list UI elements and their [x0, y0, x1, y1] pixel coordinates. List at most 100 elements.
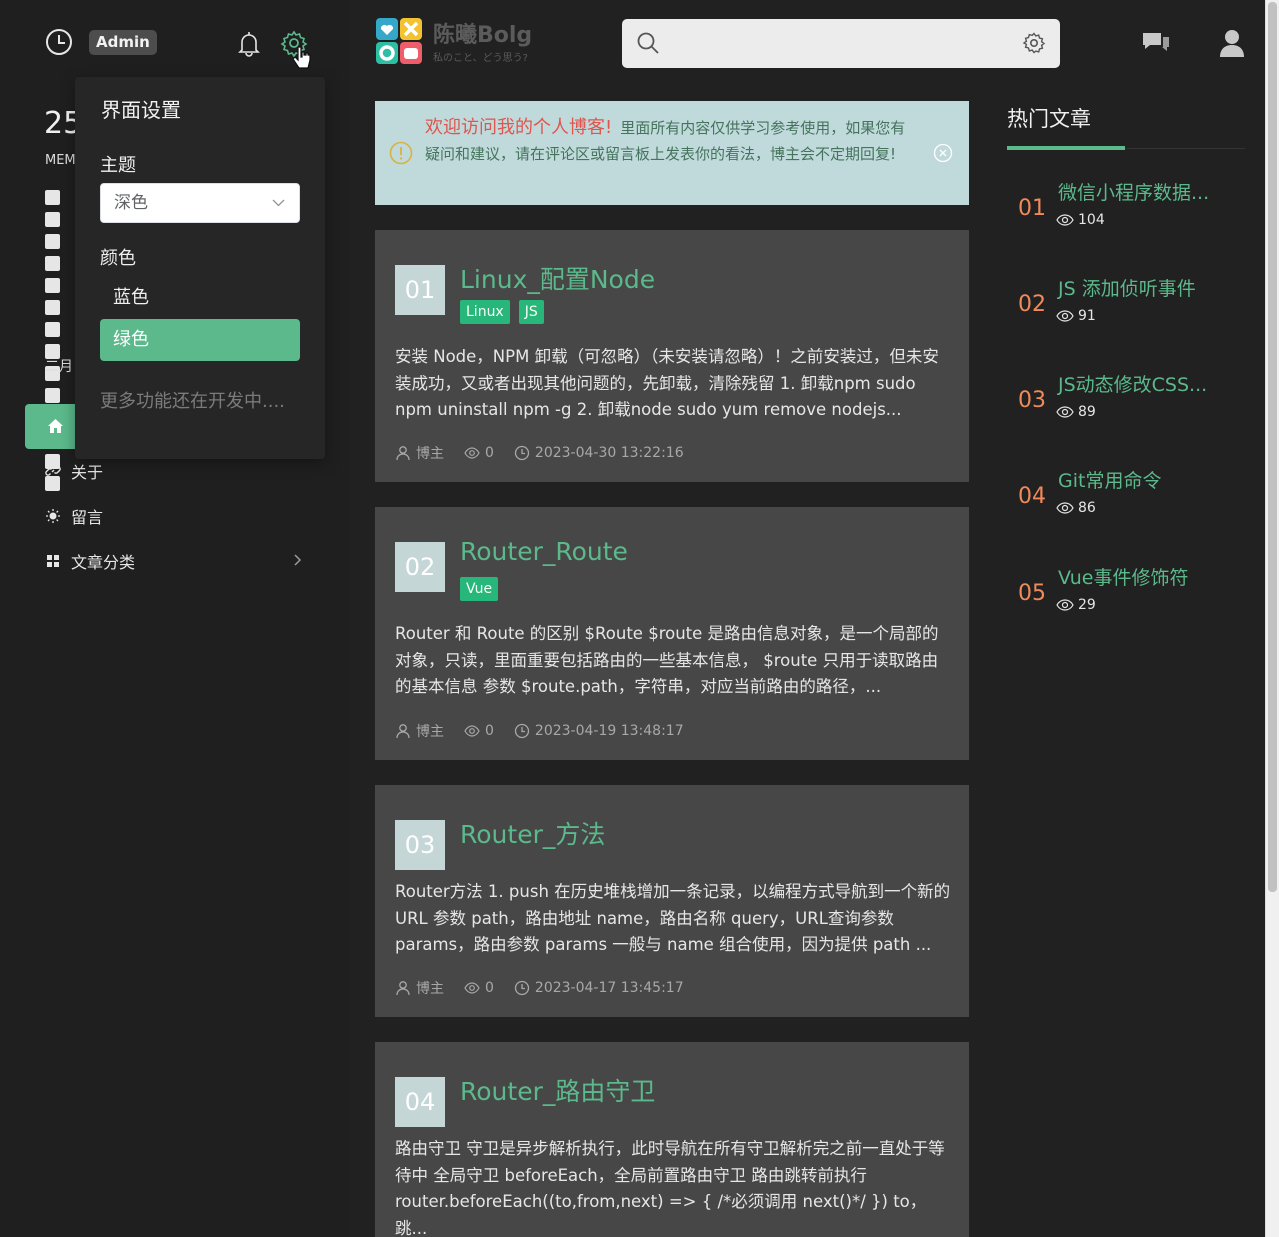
- settings-popover: 界面设置 主题 深色 颜色 蓝色 绿色 更多功能还在开发中....: [75, 77, 325, 459]
- clock-icon[interactable]: [44, 27, 74, 57]
- chat-icon[interactable]: [1141, 30, 1171, 58]
- hot-rank: 03: [1018, 388, 1046, 413]
- site-logo[interactable]: [375, 17, 423, 65]
- calendar-label: MEM: [45, 153, 76, 168]
- theme-select-value: 深色: [114, 193, 148, 213]
- hot-article-item[interactable]: 01 微信小程序数据... 104: [1018, 182, 1248, 258]
- clock-small-icon: [514, 723, 530, 739]
- pointer-cursor-icon: [292, 46, 311, 69]
- post-meta: 博主 0 2023-04-17 13:45:17: [395, 978, 704, 998]
- hot-views-count: 89: [1078, 404, 1096, 420]
- views-icon: [1056, 310, 1074, 322]
- search-settings-icon[interactable]: [1022, 31, 1046, 55]
- site-name[interactable]: 陈曦Bolg: [433, 17, 532, 49]
- nav-item-about[interactable]: 关于: [45, 456, 103, 486]
- admin-badge[interactable]: Admin: [89, 30, 157, 55]
- views-icon: [1056, 406, 1074, 418]
- post-card[interactable]: 01 Linux_配置Node Linux JS 安装 Node，NPM 卸载（…: [375, 230, 969, 482]
- color-label: 颜色: [100, 248, 136, 269]
- calendar-grid: [45, 190, 75, 498]
- post-title[interactable]: Router_方法: [460, 815, 605, 851]
- user-icon[interactable]: [1219, 28, 1245, 58]
- scrollbar-thumb[interactable]: [1268, 2, 1277, 892]
- warning-icon: [389, 141, 413, 165]
- hot-rank: 05: [1018, 581, 1046, 606]
- hot-article-item[interactable]: 03 JS动态修改CSS... 89: [1018, 374, 1248, 450]
- post-date: 2023-04-19 13:48:17: [534, 723, 684, 739]
- hot-article-views: 86: [1056, 500, 1096, 516]
- post-author: 博主: [416, 724, 444, 740]
- post-date: 2023-04-30 13:22:16: [534, 445, 684, 461]
- hot-article-item[interactable]: 02 JS 添加侦听事件 91: [1018, 278, 1248, 354]
- post-card[interactable]: 04 Router_路由守卫 路由守卫 守卫是异步解析执行，此时导航在所有守卫解…: [375, 1042, 969, 1237]
- post-views: 0: [485, 445, 494, 461]
- nav-item-categories[interactable]: 文章分类: [45, 546, 135, 576]
- hot-article-item[interactable]: 05 Vue事件修饰符 29: [1018, 567, 1248, 643]
- post-number: 01: [395, 265, 445, 315]
- post-author: 博主: [416, 446, 444, 462]
- post-number: 02: [395, 542, 445, 592]
- post-tag[interactable]: JS: [518, 300, 544, 324]
- clock-small-icon: [514, 980, 530, 996]
- post-card[interactable]: 02 Router_Route Vue Router 和 Route 的区别 $…: [375, 507, 969, 760]
- post-tags: Linux JS: [460, 300, 544, 324]
- settings-title: 界面设置: [101, 98, 181, 122]
- post-number: 04: [395, 1077, 445, 1127]
- grid-icon: [47, 555, 59, 567]
- post-meta: 博主 0 2023-04-19 13:48:17: [395, 721, 704, 741]
- theme-select[interactable]: 深色: [100, 183, 300, 223]
- chevron-right-icon[interactable]: [290, 553, 304, 567]
- settings-more-text: 更多功能还在开发中....: [100, 391, 285, 412]
- post-card[interactable]: 03 Router_方法 Router方法 1. push 在历史堆栈增加一条记…: [375, 785, 969, 1017]
- site-tagline: 私のこと、どう思う?: [433, 53, 528, 64]
- views-icon: [464, 447, 480, 459]
- search-icon[interactable]: [636, 31, 660, 55]
- views-icon: [464, 725, 480, 737]
- post-author: 博主: [416, 981, 444, 997]
- color-option-green[interactable]: 绿色: [100, 319, 300, 361]
- post-tags: Vue: [460, 577, 499, 601]
- hot-article-views: 91: [1056, 308, 1096, 324]
- color-option-blue[interactable]: 蓝色: [100, 277, 300, 319]
- hot-article-title[interactable]: Vue事件修饰符: [1058, 563, 1188, 590]
- author-icon: [396, 724, 410, 739]
- home-icon: [48, 419, 63, 433]
- post-views: 0: [485, 980, 494, 996]
- hot-article-title[interactable]: 微信小程序数据...: [1058, 178, 1209, 205]
- author-icon: [396, 446, 410, 461]
- bell-icon[interactable]: [234, 28, 264, 58]
- post-excerpt: 安装 Node，NPM 卸载（可忽略）（未安装请忽略）！之前安装过，但未安装成功…: [395, 347, 939, 419]
- hot-article-views: 29: [1056, 597, 1096, 613]
- hot-articles-title: 热门文章: [1007, 107, 1091, 131]
- post-excerpt: Router 和 Route 的区别 $Route $route 是路由信息对象…: [395, 624, 939, 696]
- post-excerpt: 路由守卫 守卫是异步解析执行，此时导航在所有守卫解析完之前一直处于等待中 全局守…: [395, 1139, 945, 1237]
- calendar-month: 二月: [45, 359, 73, 375]
- author-icon: [396, 981, 410, 996]
- welcome-notice: 欢迎访问我的个人博客! 里面所有内容仅供学习参考使用，如果您有疑问和建议，请在评论…: [375, 101, 969, 205]
- nav-item-label: 留言: [71, 508, 104, 527]
- hot-article-title[interactable]: JS 添加侦听事件: [1058, 274, 1196, 301]
- nav-item-label: 文章分类: [71, 553, 136, 572]
- hot-views-count: 29: [1078, 597, 1096, 613]
- post-views: 0: [485, 723, 494, 739]
- nav-item-messages[interactable]: 留言: [45, 501, 103, 531]
- hot-title-underline: [1007, 146, 1125, 150]
- post-title[interactable]: Router_Route: [460, 537, 628, 566]
- hot-rank: 04: [1018, 484, 1046, 509]
- chevron-down-icon: [272, 199, 285, 207]
- post-tag[interactable]: Linux: [460, 300, 510, 324]
- hot-article-title[interactable]: Git常用命令: [1058, 466, 1161, 493]
- post-title[interactable]: Router_路由守卫: [460, 1072, 655, 1108]
- hot-article-views: 89: [1056, 404, 1096, 420]
- hot-rank: 01: [1018, 196, 1046, 221]
- views-icon: [1056, 502, 1074, 514]
- post-meta: 博主 0 2023-04-30 13:22:16: [395, 443, 704, 463]
- search-bar[interactable]: [622, 19, 1060, 68]
- hot-article-item[interactable]: 04 Git常用命令 86: [1018, 470, 1248, 546]
- post-title[interactable]: Linux_配置Node: [460, 260, 655, 296]
- post-excerpt: Router方法 1. push 在历史堆栈增加一条记录，以编程方式导航到一个新…: [395, 882, 951, 954]
- close-icon[interactable]: [933, 143, 953, 163]
- hot-article-title[interactable]: JS动态修改CSS...: [1058, 370, 1207, 397]
- post-date: 2023-04-17 13:45:17: [534, 980, 684, 996]
- post-tag[interactable]: Vue: [460, 577, 499, 601]
